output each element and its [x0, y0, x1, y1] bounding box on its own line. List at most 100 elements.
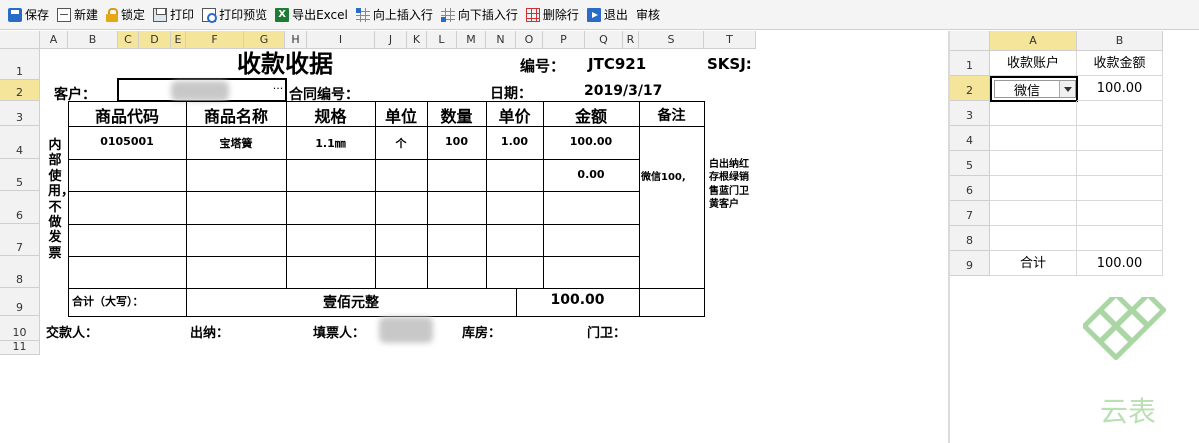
remark-text[interactable]: 微信100,: [641, 168, 686, 183]
item-code[interactable]: 0105001: [68, 135, 186, 148]
delete-row-button[interactable]: 删除行: [522, 4, 583, 26]
panel-cell[interactable]: [990, 151, 1077, 176]
row-header-selected[interactable]: 2: [0, 80, 40, 101]
panel-cell[interactable]: [990, 126, 1077, 151]
panel-row-header[interactable]: 8: [950, 226, 990, 251]
panel-cell[interactable]: [990, 176, 1077, 201]
panel-cell[interactable]: [1077, 151, 1163, 176]
number-value[interactable]: JTC921: [588, 55, 646, 73]
lock-button[interactable]: 锁定: [102, 4, 149, 26]
new-button[interactable]: 新建: [53, 4, 102, 26]
date-value[interactable]: 2019/3/17: [584, 83, 662, 99]
panel-header-account[interactable]: 收款账户: [990, 51, 1077, 76]
column-header[interactable]: Q: [585, 31, 623, 49]
row-header[interactable]: 8: [0, 256, 40, 288]
row-header[interactable]: 9: [0, 288, 40, 316]
item-amount[interactable]: 100.00: [543, 135, 639, 148]
print-icon: [153, 7, 168, 22]
column-header-selected[interactable]: C: [118, 31, 139, 49]
column-header-selected[interactable]: F: [186, 31, 244, 49]
sheet-corner[interactable]: [0, 31, 40, 49]
column-header[interactable]: I: [307, 31, 375, 49]
panel-header-amount[interactable]: 收款金额: [1077, 51, 1163, 76]
item-spec[interactable]: 1.1㎜: [286, 135, 375, 151]
panel-cell[interactable]: [1077, 176, 1163, 201]
item-unit[interactable]: 个: [375, 135, 427, 151]
redacted-customer: [171, 81, 229, 101]
column-header[interactable]: M: [457, 31, 486, 49]
column-header[interactable]: H: [285, 31, 307, 49]
account-select[interactable]: 微信: [994, 80, 1076, 99]
column-header[interactable]: J: [375, 31, 407, 49]
column-header[interactable]: R: [623, 31, 639, 49]
column-header[interactable]: N: [486, 31, 516, 49]
panel-cell[interactable]: [990, 201, 1077, 226]
header-product-code: 商品代码: [94, 107, 159, 126]
panel-column-header-selected[interactable]: A: [990, 31, 1077, 51]
panel-row-header-selected[interactable]: 2: [950, 76, 990, 101]
column-header[interactable]: P: [543, 31, 585, 49]
internal-use-note: 内部使用，不做发票: [48, 138, 75, 261]
row-header[interactable]: 7: [0, 224, 40, 256]
column-header[interactable]: T: [704, 31, 756, 49]
row-header[interactable]: 1: [0, 49, 40, 80]
panel-total-value[interactable]: 100.00: [1077, 251, 1163, 276]
panel-cell[interactable]: [1077, 126, 1163, 151]
copy-distribution-note: 白出纳红存根绿销售蓝门卫黄客户: [709, 159, 749, 210]
panel-cell[interactable]: [990, 226, 1077, 251]
customer-field[interactable]: ···: [117, 78, 287, 102]
column-header-selected[interactable]: D: [139, 31, 171, 49]
total-in-words[interactable]: 壹佰元整: [186, 292, 516, 312]
audit-button[interactable]: 审核: [632, 4, 664, 26]
column-header-selected[interactable]: G: [244, 31, 285, 49]
column-header[interactable]: A: [40, 31, 68, 49]
panel-cell[interactable]: [1077, 226, 1163, 251]
panel-row-header[interactable]: 3: [950, 101, 990, 126]
panel-row-header[interactable]: 6: [950, 176, 990, 201]
amount-cell[interactable]: 100.00: [1077, 76, 1163, 101]
account-value: 微信: [1013, 83, 1040, 99]
panel-row-header[interactable]: 1: [950, 51, 990, 76]
row-header[interactable]: 11: [0, 340, 40, 355]
insert-row-below-button[interactable]: 向下插入行: [437, 4, 522, 26]
item-name[interactable]: 宝塔簧: [186, 135, 286, 151]
row-header[interactable]: 6: [0, 191, 40, 224]
item-quantity[interactable]: 100: [427, 135, 486, 148]
delete-row-icon: [525, 7, 540, 22]
column-header[interactable]: S: [639, 31, 704, 49]
column-header[interactable]: O: [516, 31, 543, 49]
header-amount: 金额: [574, 107, 607, 126]
insert-row-above-button[interactable]: 向上插入行: [352, 4, 437, 26]
header-unit-price: 单价: [498, 107, 531, 126]
panel-cell[interactable]: [1077, 201, 1163, 226]
panel-row-header[interactable]: 9: [950, 251, 990, 276]
account-cell-selected[interactable]: 微信: [990, 76, 1078, 102]
row-header[interactable]: 3: [0, 101, 40, 126]
row-header[interactable]: 4: [0, 126, 40, 159]
panel-row-header[interactable]: 5: [950, 151, 990, 176]
panel-column-header[interactable]: B: [1077, 31, 1163, 51]
row-header[interactable]: 5: [0, 159, 40, 191]
print-button[interactable]: 打印: [149, 4, 198, 26]
total-value[interactable]: 100.00: [516, 292, 639, 308]
panel-cell[interactable]: [990, 101, 1077, 126]
panel-corner[interactable]: [950, 31, 990, 51]
chevron-down-icon[interactable]: [1059, 81, 1075, 97]
panel-cell[interactable]: [1077, 101, 1163, 126]
column-header-selected[interactable]: E: [171, 31, 186, 49]
panel-row-header[interactable]: 4: [950, 126, 990, 151]
panel-total-label[interactable]: 合计: [990, 251, 1077, 276]
export-excel-button[interactable]: X 导出Excel: [271, 4, 352, 26]
print-preview-button[interactable]: 打印预览: [198, 4, 271, 26]
item-unit-price[interactable]: 1.00: [486, 135, 543, 148]
column-header[interactable]: K: [407, 31, 427, 49]
customer-picker-button[interactable]: ···: [271, 80, 285, 100]
exit-button[interactable]: 退出: [583, 4, 632, 26]
save-button[interactable]: 保存: [4, 4, 53, 26]
column-header[interactable]: L: [427, 31, 457, 49]
panel-row-header[interactable]: 7: [950, 201, 990, 226]
column-header[interactable]: B: [68, 31, 118, 49]
spreadsheet[interactable]: A B C D E F G H I J K L M N O P Q R S T …: [0, 31, 948, 443]
row-header[interactable]: 10: [0, 316, 40, 341]
row5-amount[interactable]: 0.00: [543, 168, 639, 181]
